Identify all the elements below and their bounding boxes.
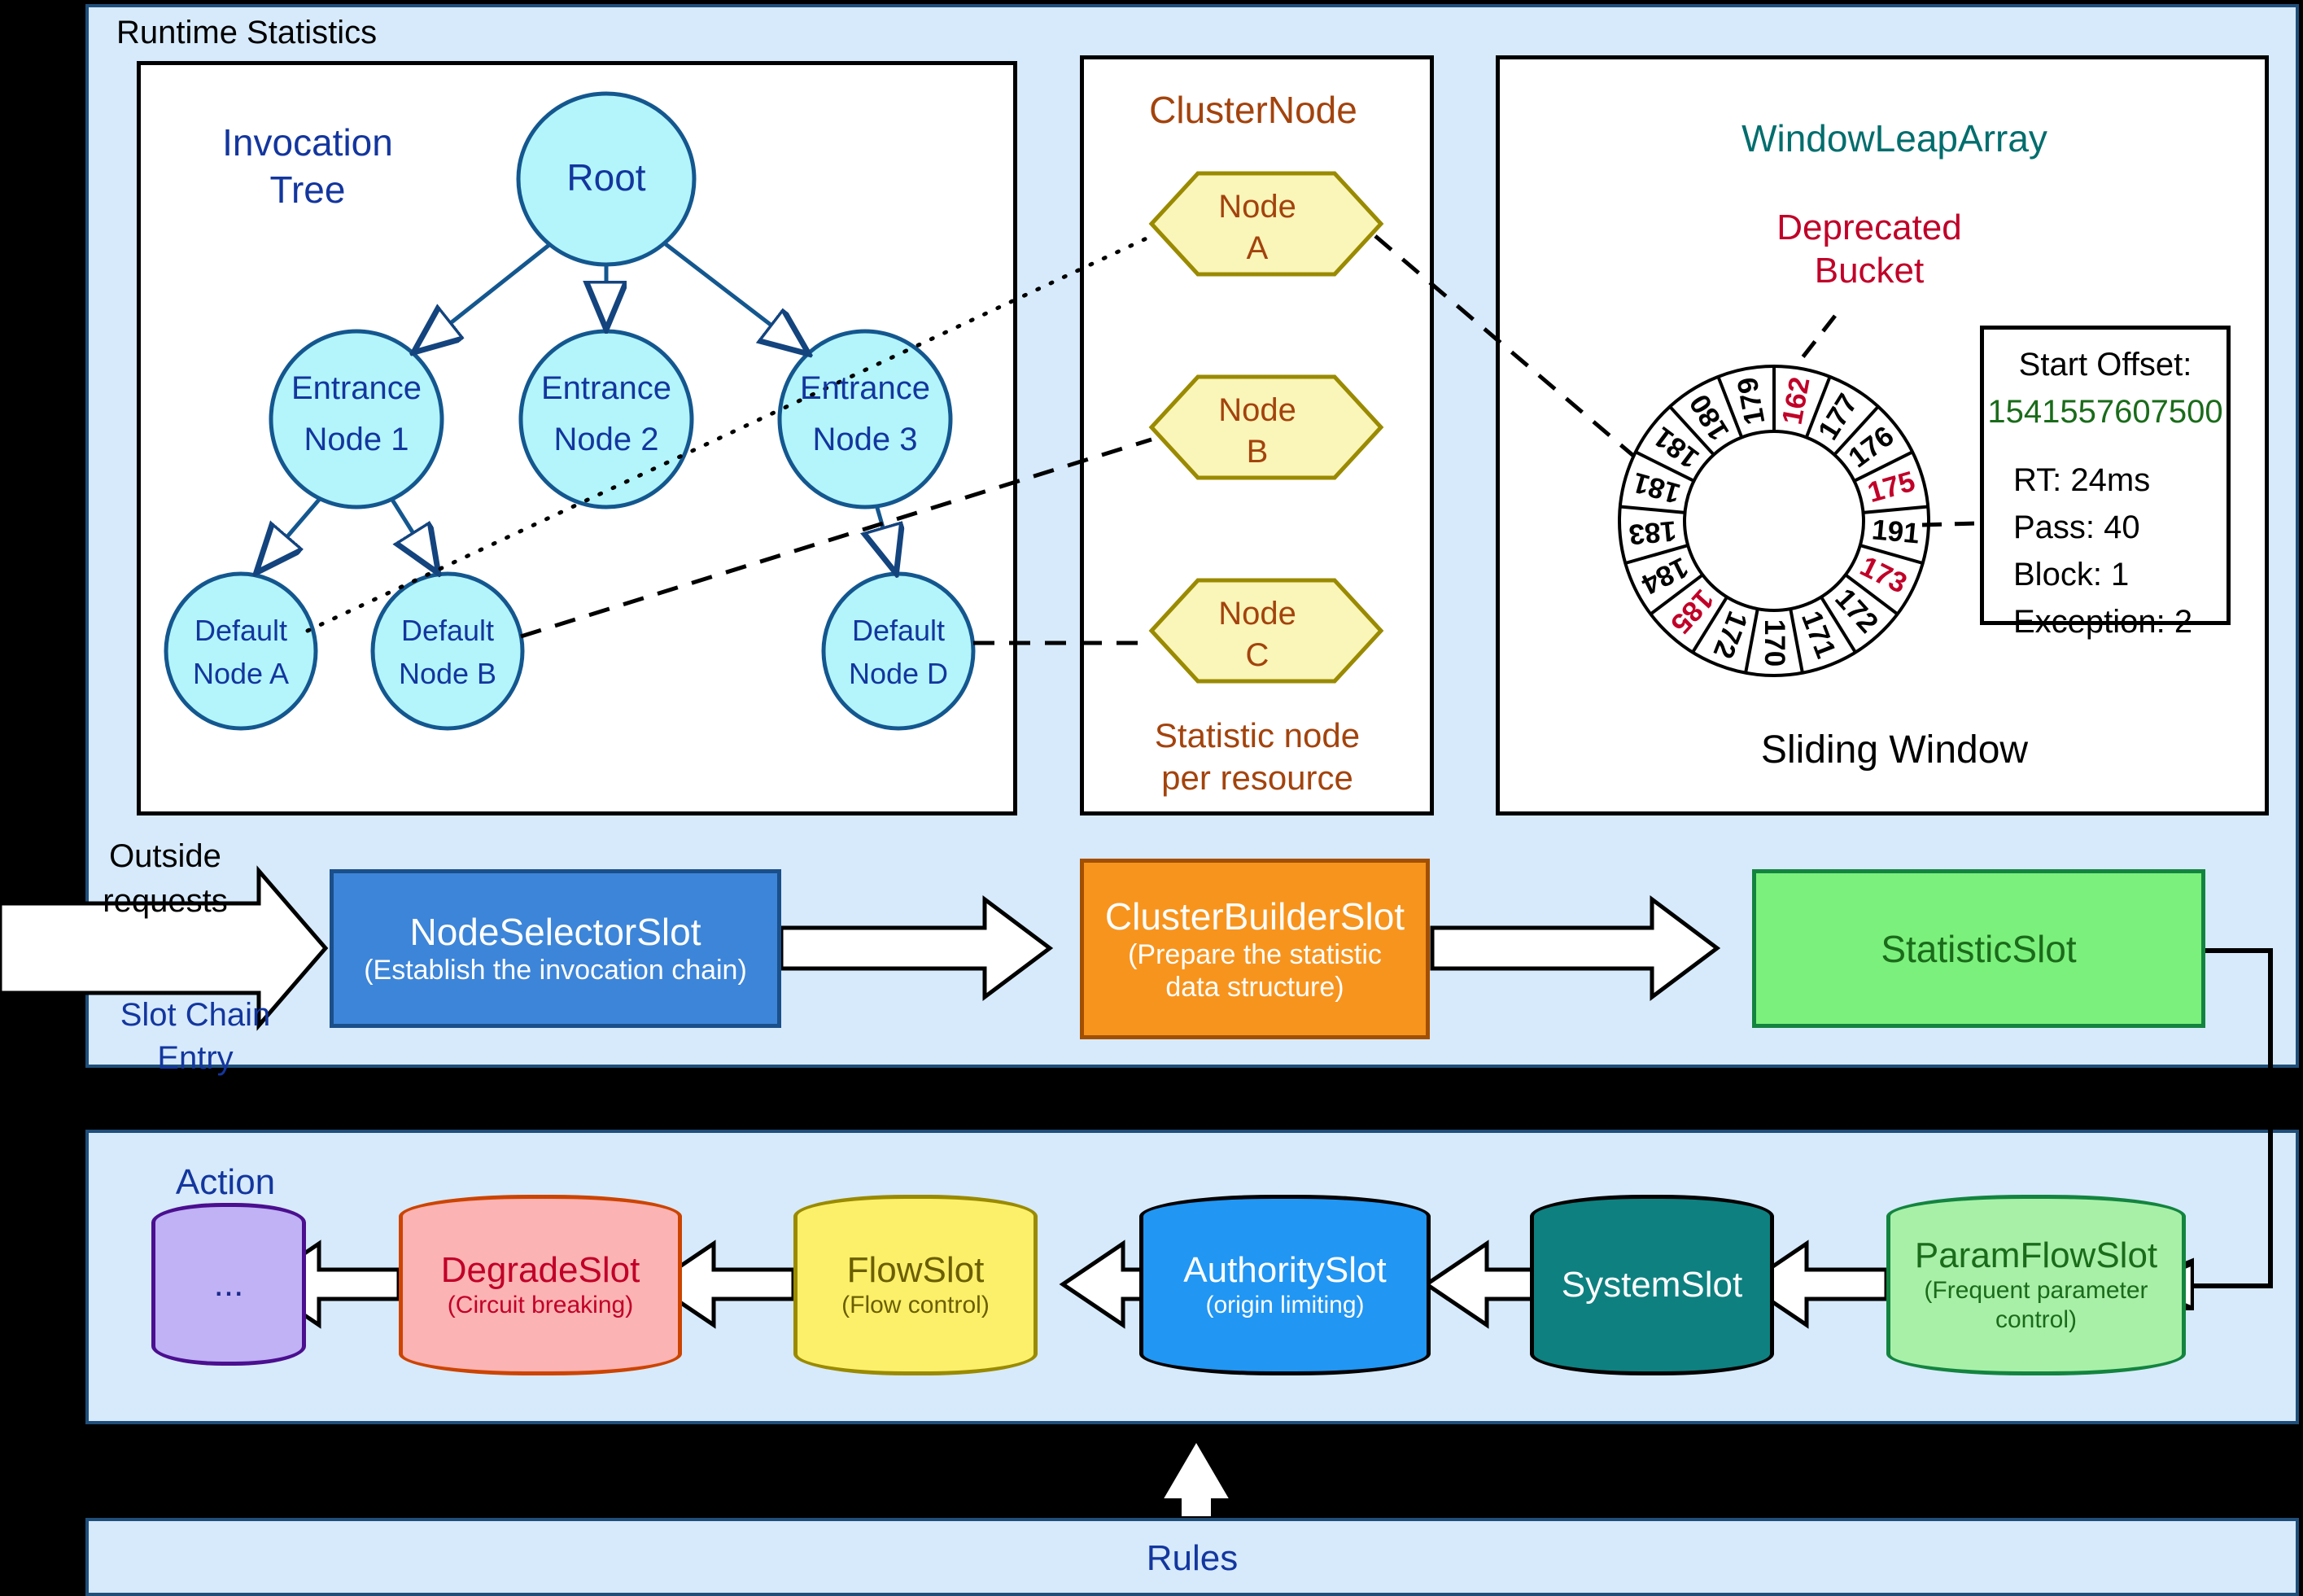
cluster-node-caption-line2: per resource xyxy=(1161,759,1353,797)
bucket-exception: Exception: 2 xyxy=(2013,604,2193,640)
bucket-pass: Pass: 40 xyxy=(2013,509,2140,545)
action-slot-flow[interactable]: FlowSlot (Flow control) xyxy=(793,1195,1038,1375)
tree-default-d-line2: Node D xyxy=(848,657,949,690)
tree-entrance-2-line1: Entrance xyxy=(540,370,672,406)
tree-entrance-3-line1: Entrance xyxy=(799,370,931,406)
ring-segment-191-4: 191 xyxy=(1870,514,1921,550)
slot-cluster-builder-title: ClusterBuilderSlot xyxy=(1104,894,1405,938)
slot-chain-entry-line1: Slot Chain xyxy=(120,997,271,1033)
tree-entrance-2-line2: Node 2 xyxy=(553,422,659,457)
slot-cluster-builder[interactable]: ClusterBuilderSlot (Prepare the statisti… xyxy=(1080,859,1430,1039)
invocation-tree-title-line1: Invocation xyxy=(222,121,393,164)
arrow-rules-up xyxy=(1164,1443,1229,1516)
tree-entrance-1-line1: Entrance xyxy=(291,370,422,406)
slot-statistic[interactable]: StatisticSlot xyxy=(1752,869,2205,1028)
panel-title-rules: Rules xyxy=(1146,1538,1239,1578)
bucket-info-box: Start Offset: 1541557607500 RT: 24ms Pas… xyxy=(1980,326,2231,640)
action-slot-authority-sub: (origin limiting) xyxy=(1205,1292,1365,1318)
invocation-tree-title-line2: Tree xyxy=(269,168,346,211)
cluster-node-b-line2: B xyxy=(1246,434,1269,470)
sliding-window-caption: Sliding Window xyxy=(1760,728,2029,772)
panel-title-action: Action xyxy=(175,1162,276,1202)
cluster-node-caption-line1: Statistic node xyxy=(1154,716,1361,754)
deprecated-bucket-line1: Deprecated xyxy=(1776,208,1962,247)
window-leap-array-title: WindowLeapArray xyxy=(1741,117,2047,160)
ring-segment-183-12: 183 xyxy=(1627,514,1678,551)
slot-chain-entry-line2: Entry xyxy=(157,1040,234,1076)
action-slot-flow-sub: (Flow control) xyxy=(841,1292,990,1318)
slot-node-selector-title: NodeSelectorSlot xyxy=(409,911,701,954)
action-slot-degrade[interactable]: DegradeSlot (Circuit breaking) xyxy=(399,1195,682,1375)
action-slot-authority-title: AuthoritySlot xyxy=(1183,1250,1387,1290)
tree-default-a-line1: Default xyxy=(194,614,288,647)
bucket-rt: RT: 24ms xyxy=(2013,462,2151,498)
deprecated-bucket-line2: Bucket xyxy=(1814,251,1925,291)
tree-entrance-1-line2: Node 1 xyxy=(304,422,409,457)
cluster-node-c-line1: Node xyxy=(1218,596,1296,632)
ring-segment-170-8: 170 xyxy=(1759,619,1790,667)
action-slot-degrade-title: DegradeSlot xyxy=(440,1250,640,1290)
panel-title-runtime: Runtime Statistics xyxy=(116,15,378,50)
action-slot-degrade-sub: (Circuit breaking) xyxy=(447,1292,634,1318)
tree-default-b-line2: Node B xyxy=(398,657,497,690)
action-slot-ellipsis-title: ... xyxy=(213,1264,244,1304)
cluster-node-title: ClusterNode xyxy=(1149,89,1357,131)
action-slot-system[interactable]: SystemSlot xyxy=(1530,1195,1774,1375)
slot-statistic-title: StatisticSlot xyxy=(1881,927,2077,970)
start-offset-value: 1541557607500 xyxy=(1987,394,2223,430)
slot-node-selector[interactable]: NodeSelectorSlot (Establish the invocati… xyxy=(330,869,781,1028)
bucket-block: Block: 1 xyxy=(2013,557,2130,592)
action-slot-paramflow-sub: (Frequent parameter control) xyxy=(1924,1277,2148,1333)
start-offset-label: Start Offset: xyxy=(2018,347,2192,383)
cluster-node-c-line2: C xyxy=(1245,637,1269,673)
cluster-node-a-line1: Node xyxy=(1218,189,1296,225)
tree-default-d-line1: Default xyxy=(851,614,946,647)
action-slot-flow-title: FlowSlot xyxy=(846,1250,985,1290)
action-slot-paramflow-title: ParamFlowSlot xyxy=(1914,1235,2158,1275)
outside-requests-line2: requests xyxy=(103,883,228,919)
outside-requests-line1: Outside xyxy=(109,838,221,874)
tree-default-b-line1: Default xyxy=(400,614,495,647)
tree-default-a-line2: Node A xyxy=(192,657,290,690)
cluster-node-b-line1: Node xyxy=(1218,392,1296,428)
cluster-node-a-line2: A xyxy=(1246,230,1269,266)
tree-entrance-3-line2: Node 3 xyxy=(812,422,918,457)
tree-root-label: Root xyxy=(566,156,646,199)
action-slot-ellipsis[interactable]: ... xyxy=(151,1203,306,1366)
slot-cluster-builder-sub: (Prepare the statistic data structure) xyxy=(1128,938,1382,1003)
action-slot-system-title: SystemSlot xyxy=(1561,1265,1743,1305)
action-slot-paramflow[interactable]: ParamFlowSlot (Frequent parameter contro… xyxy=(1886,1195,2186,1375)
slot-node-selector-sub: (Establish the invocation chain) xyxy=(364,955,747,986)
action-slot-authority[interactable]: AuthoritySlot (origin limiting) xyxy=(1139,1195,1431,1375)
